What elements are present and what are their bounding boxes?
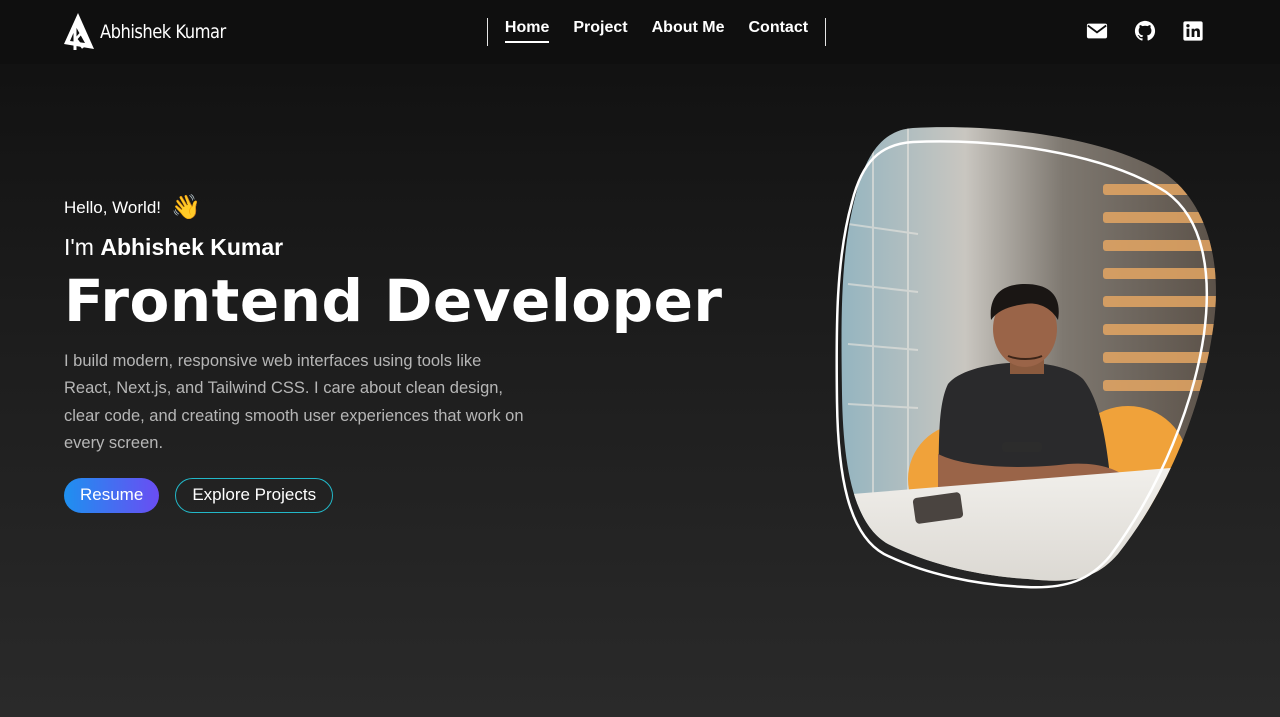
linkedin-link[interactable] <box>1182 20 1204 42</box>
main-nav: Home Project About Me Contact <box>487 18 826 46</box>
nav-about-me[interactable]: About Me <box>652 19 725 42</box>
github-icon <box>1134 20 1156 41</box>
waving-hand-icon: 👋 <box>171 194 201 221</box>
greeting: Hello, World! 👋 <box>64 196 664 220</box>
brand-name: Abhishek Kumar <box>100 21 226 43</box>
nav-project[interactable]: Project <box>573 19 627 42</box>
intro-line: I'm Abhishek Kumar <box>64 234 664 261</box>
nav-home[interactable]: Home <box>504 19 550 43</box>
photo-image <box>841 127 1216 581</box>
hero-content: Hello, World! 👋 I'm Abhishek Kumar Front… <box>64 196 723 513</box>
navbar: Abhishek Kumar Home Project About Me Con… <box>0 0 1280 64</box>
greeting-text: Hello, World! <box>64 198 161 217</box>
hero-description: I build modern, responsive web interface… <box>64 351 524 453</box>
hero-name: Abhishek Kumar <box>100 234 284 260</box>
intro-prefix: I'm <box>64 234 94 260</box>
mail-icon <box>1086 23 1108 39</box>
profile-photo <box>828 124 1220 594</box>
cta-buttons: Resume Explore Projects <box>64 477 664 513</box>
nav-contact[interactable]: Contact <box>749 19 809 42</box>
logo-mark-icon <box>64 13 94 50</box>
social-links <box>1086 20 1204 42</box>
github-link[interactable] <box>1134 20 1156 42</box>
resume-button[interactable]: Resume <box>64 477 160 513</box>
hero-title: Frontend Developer <box>64 267 723 335</box>
linkedin-icon <box>1183 21 1203 41</box>
brand-logo[interactable]: Abhishek Kumar <box>64 12 246 52</box>
explore-projects-button[interactable]: Explore Projects <box>175 477 334 513</box>
mail-link[interactable] <box>1086 20 1108 42</box>
